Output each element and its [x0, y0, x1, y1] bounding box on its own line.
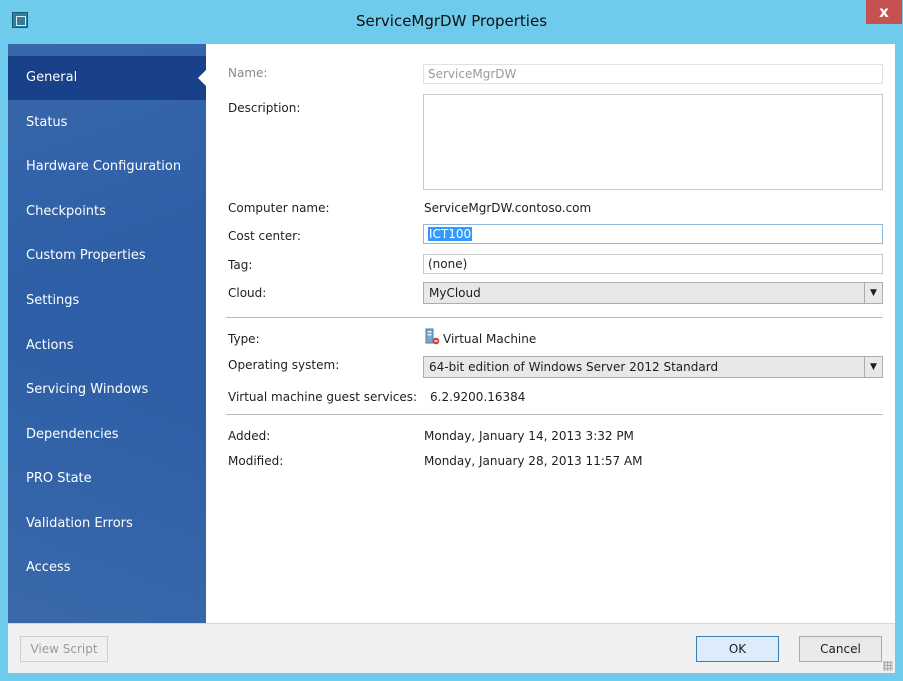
separator — [226, 317, 883, 318]
os-selected-value: 64-bit edition of Windows Server 2012 St… — [429, 360, 719, 374]
sidebar-item-hardware-configuration[interactable]: Hardware Configuration — [8, 145, 206, 189]
cost-center-label: Cost center: — [228, 229, 301, 243]
sidebar-item-servicing-windows[interactable]: Servicing Windows — [8, 368, 206, 412]
type-value: Virtual Machine — [443, 332, 537, 346]
close-button[interactable]: x — [866, 0, 902, 24]
os-dropdown[interactable]: 64-bit edition of Windows Server 2012 St… — [423, 356, 883, 378]
sidebar-item-custom-properties[interactable]: Custom Properties — [8, 234, 206, 278]
dialog-body: General Status Hardware Configuration Ch… — [8, 44, 895, 673]
cloud-selected-value: MyCloud — [429, 286, 481, 300]
sidebar-item-general[interactable]: General — [8, 56, 206, 100]
view-script-button[interactable]: View Script — [20, 636, 108, 662]
sidebar-item-actions[interactable]: Actions — [8, 324, 206, 368]
added-value: Monday, January 14, 2013 3:32 PM — [424, 429, 634, 443]
cloud-label: Cloud: — [228, 286, 267, 300]
tag-field[interactable]: (none) — [423, 254, 883, 274]
sidebar-item-access[interactable]: Access — [8, 546, 206, 590]
sidebar-item-validation-errors[interactable]: Validation Errors — [8, 502, 206, 546]
tag-label: Tag: — [228, 258, 253, 272]
title-bar[interactable]: ServiceMgrDW Properties x — [0, 0, 903, 44]
modified-value: Monday, January 28, 2013 11:57 AM — [424, 454, 643, 468]
chevron-down-icon[interactable]: ▼ — [864, 283, 882, 303]
sidebar: General Status Hardware Configuration Ch… — [8, 44, 206, 623]
description-label: Description: — [228, 101, 301, 115]
selected-pointer-icon — [198, 70, 206, 86]
sidebar-item-checkpoints[interactable]: Checkpoints — [8, 190, 206, 234]
modified-label: Modified: — [228, 454, 284, 468]
separator — [226, 414, 883, 415]
type-label: Type: — [228, 332, 260, 346]
sidebar-item-dependencies[interactable]: Dependencies — [8, 413, 206, 457]
ok-button[interactable]: OK — [696, 636, 779, 662]
computer-name-value: ServiceMgrDW.contoso.com — [424, 201, 592, 215]
chevron-down-icon[interactable]: ▼ — [864, 357, 882, 377]
os-label: Operating system: — [228, 358, 340, 372]
virtual-machine-icon — [425, 328, 440, 345]
window-title: ServiceMgrDW Properties — [355, 12, 548, 30]
sidebar-item-pro-state[interactable]: PRO State — [8, 457, 206, 501]
resize-grip-icon[interactable] — [883, 661, 893, 671]
sidebar-item-settings[interactable]: Settings — [8, 279, 206, 323]
added-label: Added: — [228, 429, 271, 443]
name-field: ServiceMgrDW — [423, 64, 883, 84]
dialog-footer: View Script OK Cancel — [8, 623, 895, 673]
sidebar-item-status[interactable]: Status — [8, 101, 206, 145]
cost-center-field[interactable]: ICT100 — [423, 224, 883, 244]
computer-name-label: Computer name: — [228, 201, 330, 215]
properties-dialog: ServiceMgrDW Properties x General Status… — [0, 0, 903, 681]
name-label: Name: — [228, 66, 268, 80]
guest-services-label: Virtual machine guest services: — [228, 390, 418, 404]
cost-center-value: ICT100 — [428, 227, 473, 241]
description-field[interactable] — [423, 94, 883, 190]
general-page: Name: ServiceMgrDW Description: Computer… — [206, 44, 895, 623]
cloud-dropdown[interactable]: MyCloud ▼ — [423, 282, 883, 304]
guest-services-value: 6.2.9200.16384 — [430, 390, 526, 404]
cancel-button[interactable]: Cancel — [799, 636, 882, 662]
